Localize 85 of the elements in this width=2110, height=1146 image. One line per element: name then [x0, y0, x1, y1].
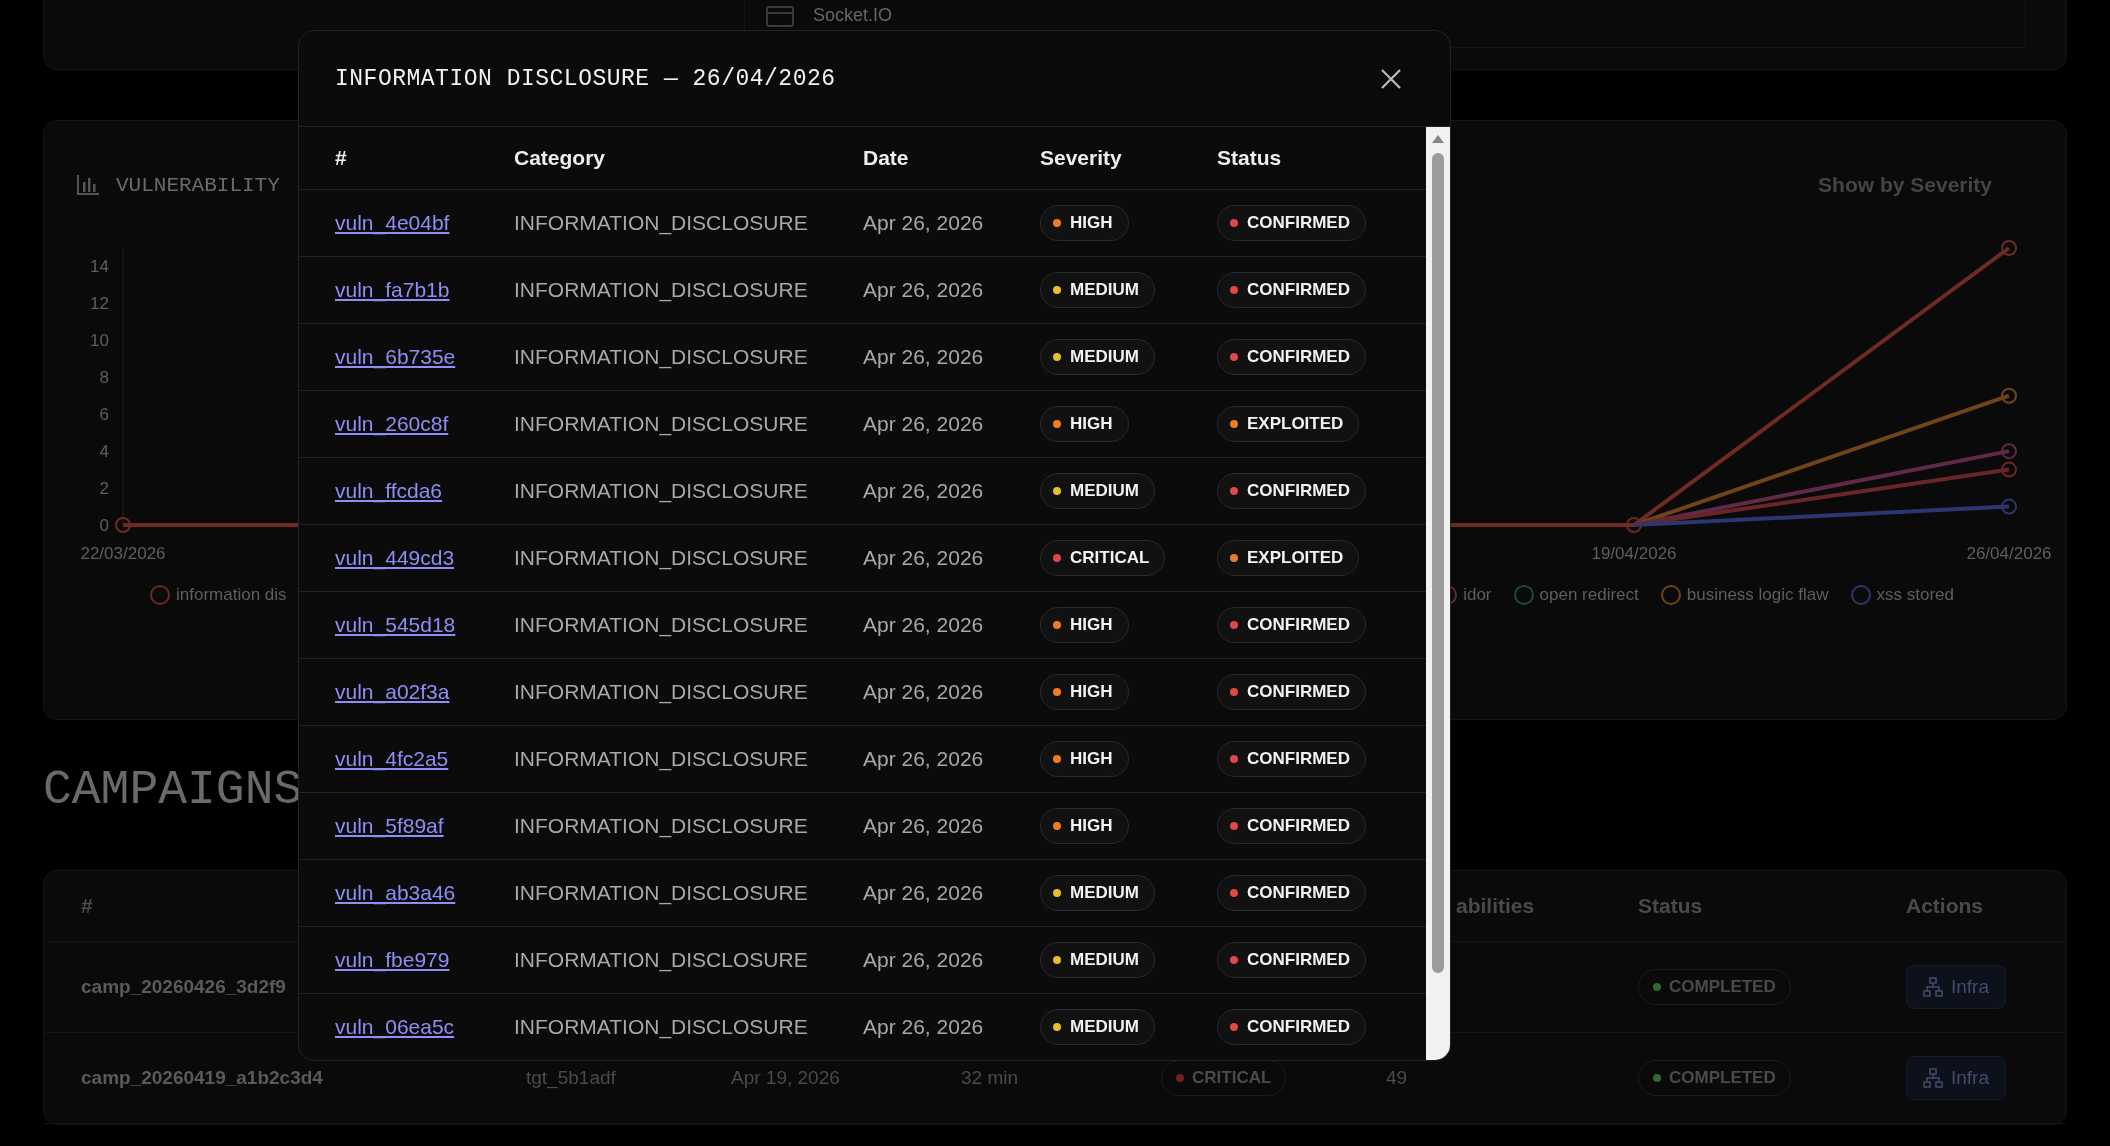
severity-label: HIGH — [1070, 816, 1113, 836]
chart-title: VULNERABILITY — [116, 173, 280, 197]
table-cell: INFORMATION_DISCLOSURE — [514, 546, 808, 570]
table-cell: Apr 19, 2026 — [731, 1067, 840, 1089]
dialog-title: INFORMATION DISCLOSURE — 26/04/2026 — [335, 65, 836, 92]
status-label: CONFIRMED — [1247, 682, 1350, 702]
axis-label: 12 — [90, 294, 109, 314]
table-cell: Apr 26, 2026 — [863, 211, 984, 235]
column-header: Category — [514, 146, 606, 170]
axis-label: 2 — [99, 479, 109, 499]
table-cell: tgt_5b1adf — [526, 1067, 616, 1089]
status-label: COMPLETED — [1669, 977, 1776, 997]
table-cell: INFORMATION_DISCLOSURE — [514, 747, 808, 771]
table-cell: INFORMATION_DISCLOSURE — [514, 881, 808, 905]
axis-label: 0 — [99, 516, 109, 535]
axis-label: 8 — [99, 368, 109, 388]
table-cell: Apr 26, 2026 — [863, 546, 984, 570]
column-header: Status — [1217, 146, 1282, 170]
table-cell: Apr 26, 2026 — [863, 479, 984, 503]
status-label: EXPLOITED — [1247, 414, 1344, 434]
column-header: Severity — [1040, 146, 1122, 170]
severity-label: CRITICAL — [1070, 548, 1150, 568]
table-cell: Apr 26, 2026 — [863, 1015, 984, 1039]
table-cell: Apr 26, 2026 — [863, 613, 984, 637]
column-header: Status — [1638, 894, 1703, 918]
status-label: EXPLOITED — [1247, 548, 1344, 568]
table-cell: INFORMATION_DISCLOSURE — [514, 211, 808, 235]
table-cell: INFORMATION_DISCLOSURE — [514, 680, 808, 704]
table-cell: Apr 26, 2026 — [863, 948, 984, 972]
status-label: CONFIRMED — [1247, 1017, 1350, 1037]
table-cell: Apr 26, 2026 — [863, 680, 984, 704]
severity-label: HIGH — [1070, 213, 1113, 233]
severity-label: HIGH — [1070, 749, 1113, 769]
axis-label: 22/03/2026 — [80, 544, 166, 563]
severity-label: MEDIUM — [1070, 347, 1139, 367]
section-heading: CAMPAIGNS — [43, 762, 303, 819]
table-cell: 32 min — [961, 1067, 1019, 1089]
status-label: CONFIRMED — [1247, 347, 1350, 367]
table-cell: 49 — [1386, 1067, 1408, 1089]
column-header: Date — [863, 146, 909, 170]
table-cell: INFORMATION_DISCLOSURE — [514, 412, 808, 436]
table-cell: INFORMATION_DISCLOSURE — [514, 948, 808, 972]
column-header: Actions — [1906, 894, 1983, 918]
status-label: CONFIRMED — [1247, 481, 1350, 501]
severity-label: MEDIUM — [1070, 883, 1139, 903]
severity-label: HIGH — [1070, 414, 1113, 434]
status-label: CONFIRMED — [1247, 950, 1350, 970]
status-label: CONFIRMED — [1247, 749, 1350, 769]
table-cell: INFORMATION_DISCLOSURE — [514, 345, 808, 369]
campaign-name: camp_20260426_3d2f9 — [81, 976, 286, 998]
status-label: CONFIRMED — [1247, 615, 1350, 635]
table-cell: Apr 26, 2026 — [863, 278, 984, 302]
severity-label: CRITICAL — [1192, 1068, 1272, 1088]
axis-label: 14 — [90, 257, 109, 277]
axis-label: 6 — [99, 405, 109, 425]
column-header: abilities — [1456, 894, 1535, 918]
table-cell: Apr 26, 2026 — [863, 747, 984, 771]
severity-label: MEDIUM — [1070, 280, 1139, 300]
severity-label: HIGH — [1070, 682, 1113, 702]
column-header: # — [81, 894, 93, 918]
table-cell: INFORMATION_DISCLOSURE — [514, 814, 808, 838]
table-cell: Apr 26, 2026 — [863, 412, 984, 436]
table-cell: INFORMATION_DISCLOSURE — [514, 278, 808, 302]
status-label: CONFIRMED — [1247, 883, 1350, 903]
severity-label: HIGH — [1070, 615, 1113, 635]
table-cell: INFORMATION_DISCLOSURE — [514, 613, 808, 637]
service-label: Socket.IO — [813, 4, 893, 26]
axis-label: 26/04/2026 — [1966, 544, 2052, 563]
status-label: CONFIRMED — [1247, 280, 1350, 300]
table-cell: Apr 26, 2026 — [863, 881, 984, 905]
severity-label: MEDIUM — [1070, 950, 1139, 970]
severity-label: MEDIUM — [1070, 1017, 1139, 1037]
table-cell: Apr 26, 2026 — [863, 345, 984, 369]
table-cell: INFORMATION_DISCLOSURE — [514, 1015, 808, 1039]
axis-label: 4 — [99, 442, 109, 462]
status-label: CONFIRMED — [1247, 816, 1350, 836]
axis-label: 10 — [90, 331, 109, 351]
axis-label: 19/04/2026 — [1591, 544, 1677, 563]
table-cell: INFORMATION_DISCLOSURE — [514, 479, 808, 503]
severity-label: MEDIUM — [1070, 481, 1139, 501]
table-cell: Apr 26, 2026 — [863, 814, 984, 838]
column-header: # — [335, 146, 347, 170]
campaign-name: camp_20260419_a1b2c3d4 — [81, 1067, 323, 1089]
status-label: CONFIRMED — [1247, 213, 1350, 233]
status-label: COMPLETED — [1669, 1068, 1776, 1088]
